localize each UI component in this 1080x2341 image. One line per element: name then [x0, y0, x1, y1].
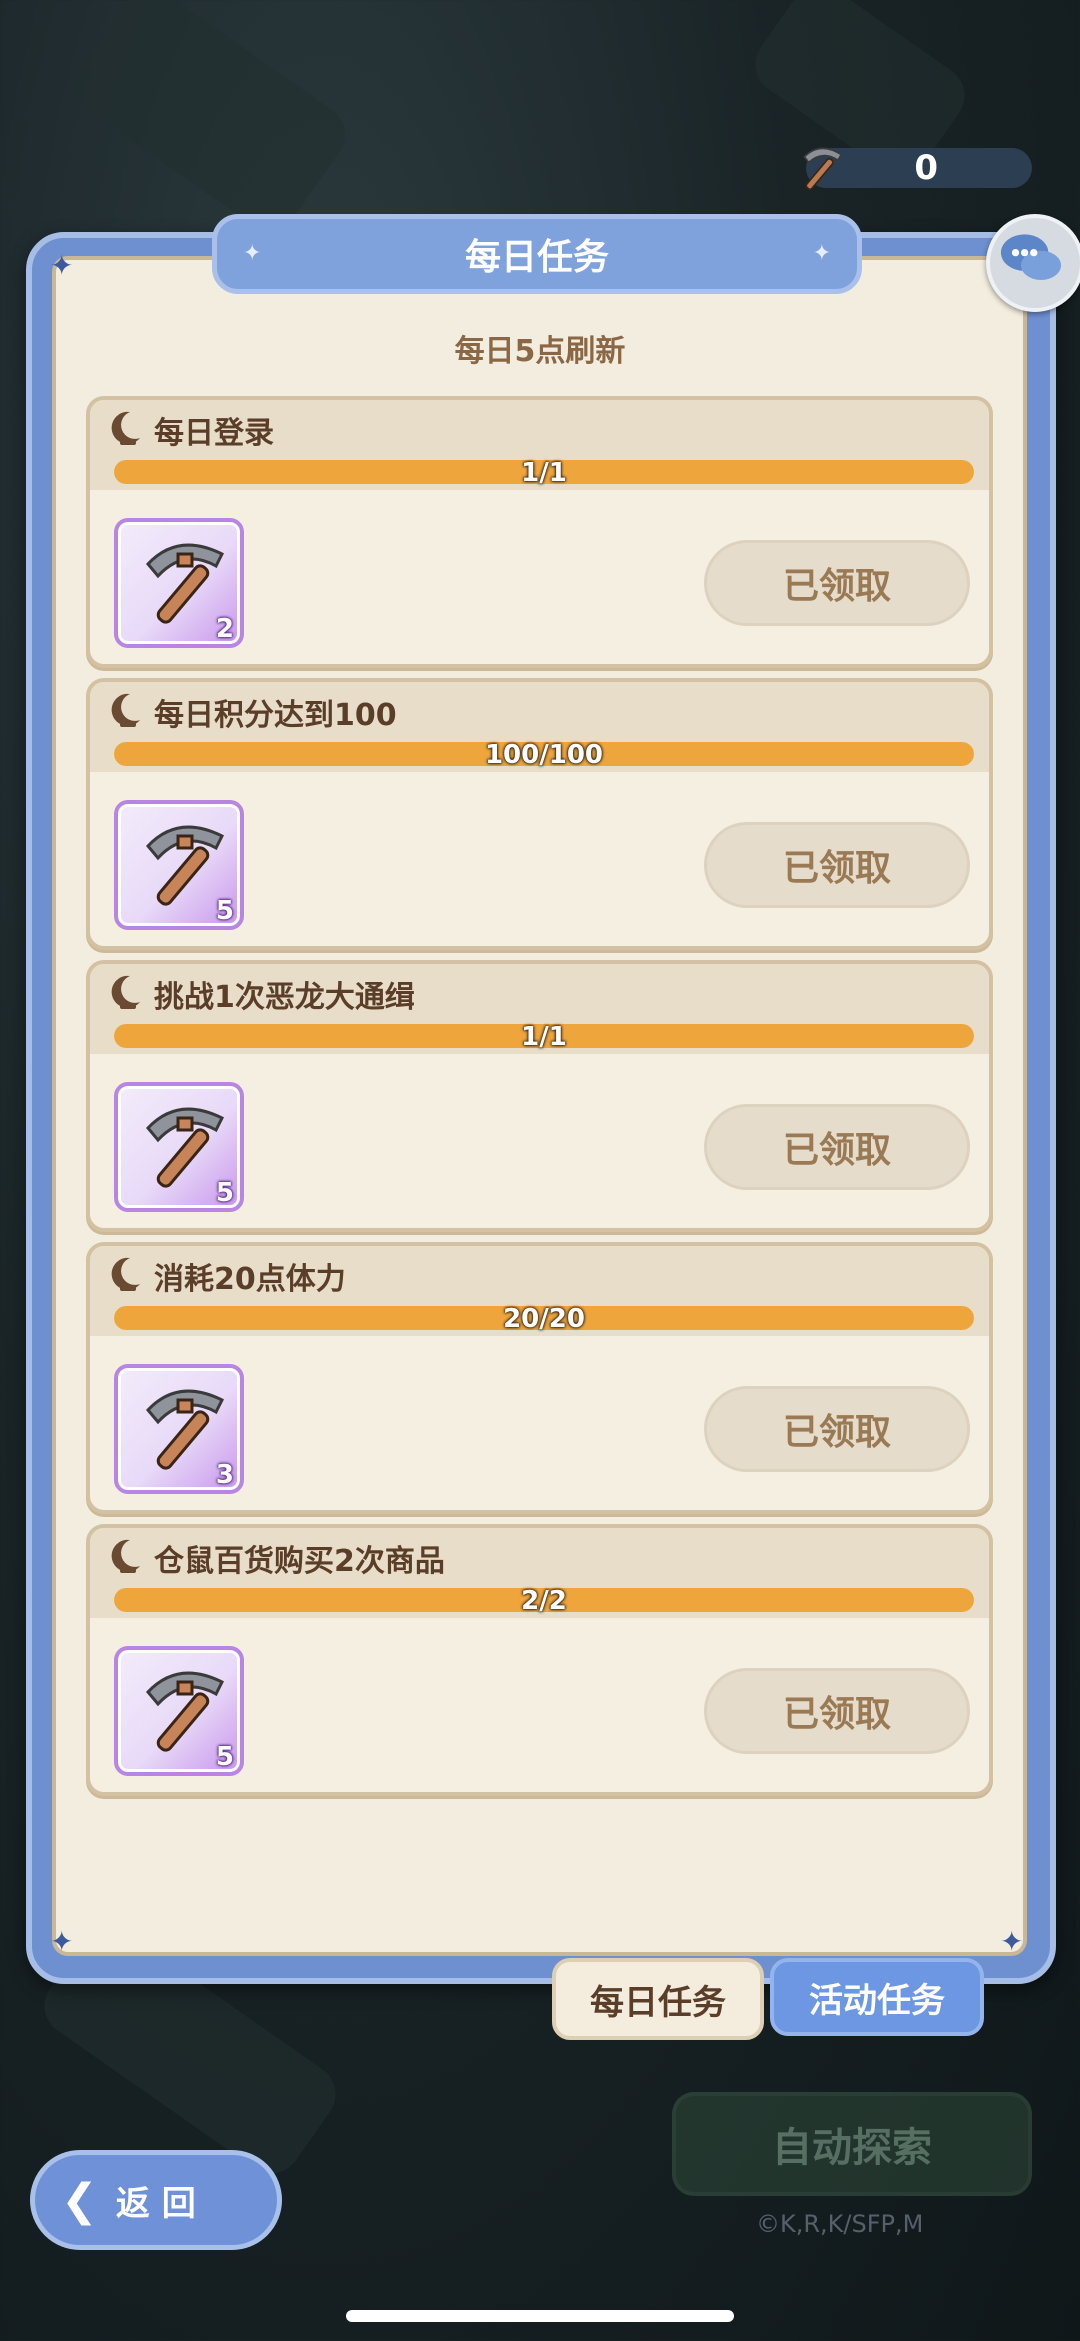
pickaxe-currency-counter: 0 [803, 147, 1032, 191]
task-name: 仓鼠百货购买2次商品 [154, 1544, 445, 1579]
reward-quantity: 5 [215, 1178, 234, 1208]
tab-daily-tasks[interactable]: 每日任务 [552, 1958, 764, 2040]
auto-explore-button[interactable]: 自动探索 [672, 2092, 1032, 2196]
progress-text: 2/2 [521, 1586, 567, 1616]
reward-item[interactable]: 5 [114, 1082, 244, 1212]
moon-icon [111, 1539, 140, 1573]
corner-star-icon: ✦ [50, 249, 74, 282]
reward-quantity: 2 [215, 614, 234, 644]
panel-title: 每日任务 [464, 237, 609, 278]
refresh-note: 每日5点刷新 [454, 334, 626, 369]
progress-text: 100/100 [484, 740, 604, 770]
progress-text: 1/1 [521, 458, 567, 488]
claimed-button[interactable]: 已领取 [704, 822, 970, 908]
progress-text: 20/20 [503, 1304, 585, 1334]
background-rock [63, 0, 357, 242]
task-card: 挑战1次恶龙大通缉 1/1 5 已领取 [86, 960, 993, 1232]
back-button[interactable]: ❮ 返 回 [30, 2150, 282, 2250]
task-card: 每日积分达到100 100/100 5 已领取 [86, 678, 993, 950]
progress-text: 1/1 [521, 1022, 567, 1052]
reward-item[interactable]: 2 [114, 518, 244, 648]
task-name: 每日登录 [154, 416, 274, 451]
back-arrow-icon: ❮ [61, 2174, 98, 2226]
corner-star-icon: ✦ [1000, 1925, 1024, 1958]
reward-item[interactable]: 5 [114, 1646, 244, 1776]
home-indicator[interactable] [346, 2310, 734, 2322]
panel-title-banner: ✦ 每日任务 ✦ [212, 214, 862, 294]
moon-icon [111, 975, 140, 1009]
copyright-text: ©K,R,K/SFP,M [756, 2210, 924, 2238]
claimed-button[interactable]: 已领取 [704, 540, 970, 626]
chat-bubbles-icon [1000, 234, 1062, 280]
chat-button[interactable] [986, 214, 1080, 312]
back-label: 返 回 [115, 2183, 196, 2224]
reward-item[interactable]: 5 [114, 800, 244, 930]
task-name: 消耗20点体力 [154, 1262, 346, 1297]
task-name: 挑战1次恶龙大通缉 [154, 980, 415, 1015]
reward-quantity: 3 [215, 1460, 234, 1490]
task-card: 仓鼠百货购买2次商品 2/2 5 已领取 [86, 1524, 993, 1796]
task-name: 每日积分达到100 [154, 698, 397, 733]
task-card: 消耗20点体力 20/20 3 已领取 [86, 1242, 993, 1514]
reward-quantity: 5 [215, 896, 234, 926]
currency-value: 0 [914, 148, 938, 188]
task-card: 每日登录 1/1 2 已领取 [86, 396, 993, 668]
sparkle-icon: ✦ [812, 241, 831, 266]
moon-icon [111, 1257, 140, 1291]
reward-quantity: 5 [215, 1742, 234, 1772]
moon-icon [111, 411, 140, 445]
sparkle-icon: ✦ [243, 241, 262, 266]
pickaxe-icon [803, 147, 843, 191]
claimed-button[interactable]: 已领取 [704, 1104, 970, 1190]
claimed-button[interactable]: 已领取 [704, 1668, 970, 1754]
claimed-button[interactable]: 已领取 [704, 1386, 970, 1472]
reward-item[interactable]: 3 [114, 1364, 244, 1494]
tab-event-tasks[interactable]: 活动任务 [770, 1958, 984, 2036]
corner-star-icon: ✦ [50, 1925, 74, 1958]
moon-icon [111, 693, 140, 727]
